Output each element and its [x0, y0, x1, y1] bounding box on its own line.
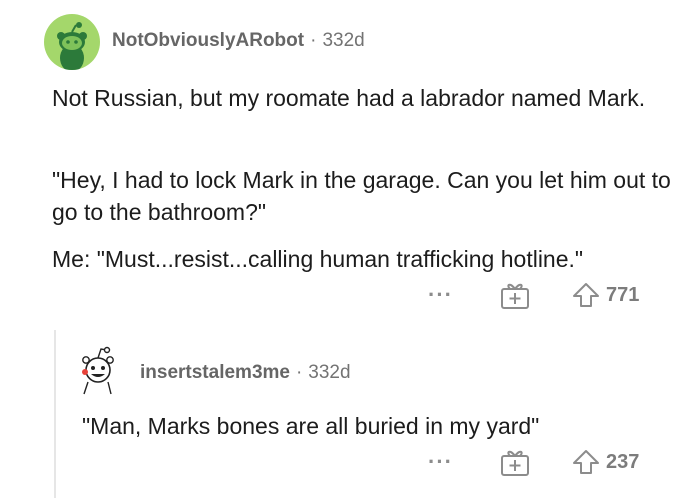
reply-text: "Man, Marks bones are all buried in my y… — [82, 413, 540, 439]
avatar[interactable] — [44, 14, 100, 70]
gift-icon[interactable] — [498, 447, 532, 477]
comment-actions: ··· 771 — [428, 280, 639, 310]
comment-age: 332d — [308, 362, 351, 383]
comment-age: 332d — [322, 30, 365, 51]
vote-count: 237 — [606, 450, 640, 473]
snoo-avatar-icon — [57, 22, 87, 70]
reply-meta: insertstalem3me · 332d — [140, 362, 351, 384]
gift-icon[interactable] — [498, 280, 532, 310]
meta-separator: · — [310, 30, 317, 51]
reply-avatar[interactable] — [78, 344, 122, 396]
upvote-arrow-icon[interactable] — [572, 449, 600, 475]
vote-count: 771 — [606, 283, 640, 306]
reply-actions: ··· 237 — [428, 447, 639, 477]
comment-paragraph: Not Russian, but my roomate had a labrad… — [52, 85, 646, 111]
username-link[interactable]: insertstalem3me — [140, 362, 290, 383]
comment-meta: NotObviouslyARobot · 332d — [112, 30, 365, 52]
username-link[interactable]: NotObviouslyARobot — [112, 30, 304, 51]
meta-separator: · — [295, 362, 303, 383]
comment-paragraph: Me: "Must...resist...calling human traff… — [52, 246, 584, 272]
comment-paragraph: "Hey, I had to lock Mark in the garage. … — [52, 167, 671, 225]
upvote-arrow-icon[interactable] — [572, 282, 600, 308]
more-options-button[interactable]: ··· — [428, 282, 468, 308]
more-options-button[interactable]: ··· — [428, 449, 468, 475]
thread-line[interactable] — [54, 330, 56, 498]
